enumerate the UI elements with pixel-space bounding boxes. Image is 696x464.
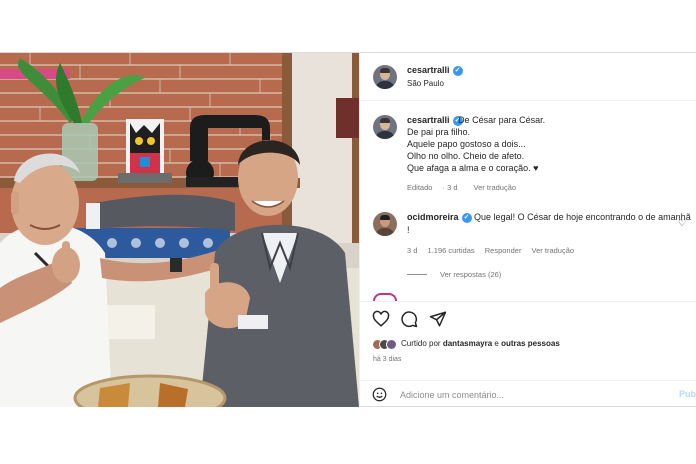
caption-body: De César para César. De pai pra filho. A… [407, 115, 546, 173]
comment-age: 3 d [407, 246, 418, 255]
emoji-icon[interactable] [372, 387, 387, 402]
post-header: cesartralli ✓ São Paulo [360, 53, 696, 101]
comment-reply-button[interactable]: Responder [485, 246, 522, 255]
comment-likes[interactable]: 1.196 curtidas [428, 246, 475, 255]
publish-button[interactable]: Publicar [679, 389, 696, 399]
liked-by-user[interactable]: dantasmayra [443, 339, 492, 348]
caption-edited-label: Editado · 3 d [407, 183, 458, 192]
view-replies-button[interactable]: Ver respostas (26) [440, 270, 501, 279]
add-comment-bar: Publicar [360, 380, 696, 408]
replies-divider [407, 274, 427, 275]
comment-icon[interactable] [400, 310, 418, 328]
comment-like-heart-icon[interactable]: ♡ [678, 218, 686, 229]
caption-meta: Editado · 3 d Ver tradução [407, 183, 524, 192]
author-username[interactable]: cesartralli [407, 65, 450, 75]
post-date[interactable]: há 3 dias [373, 356, 401, 363]
liked-by-text: Curtido por dantasmayra e outras pessoas [401, 339, 560, 348]
post-actions: Curtido por dantasmayra e outras pessoas… [360, 301, 696, 407]
comment-author-avatar[interactable] [373, 212, 397, 236]
verified-badge-icon: ✓ [461, 212, 472, 223]
author-username-row[interactable]: cesartralli ✓ [407, 65, 463, 76]
liked-by-others[interactable]: outras pessoas [501, 339, 560, 348]
post-location[interactable]: São Paulo [407, 79, 444, 88]
caption-translate-link[interactable]: Ver tradução [474, 183, 517, 192]
liker-avatar[interactable] [386, 339, 397, 350]
heart-icon[interactable] [372, 310, 390, 328]
comment-meta: 3 d 1.196 curtidas Responder Ver traduçã… [407, 246, 582, 255]
next-comment-avatar[interactable] [373, 293, 397, 301]
instagram-post: cesartralli✓ São Paulo cesartralli✓ cesa… [0, 52, 696, 407]
caption-author-avatar[interactable] [373, 115, 397, 139]
post-photo-illustration [0, 53, 359, 407]
post-side-panel: cesartralli✓ São Paulo cesartralli✓ cesa… [359, 53, 696, 407]
author-avatar[interactable] [373, 65, 397, 89]
post-photo[interactable] [0, 53, 359, 407]
comment-body: ocidmoreira ✓ Que legal! O César de hoje … [407, 211, 692, 237]
comment-username[interactable]: ocidmoreira [407, 212, 459, 222]
add-comment-input[interactable] [400, 388, 650, 402]
share-icon[interactable] [429, 310, 447, 328]
caption-text: cesartralli ✓ De César para César. De pa… [407, 114, 677, 174]
comment-translate-link[interactable]: Ver tradução [532, 246, 575, 255]
verified-badge-icon: ✓ [452, 65, 463, 76]
